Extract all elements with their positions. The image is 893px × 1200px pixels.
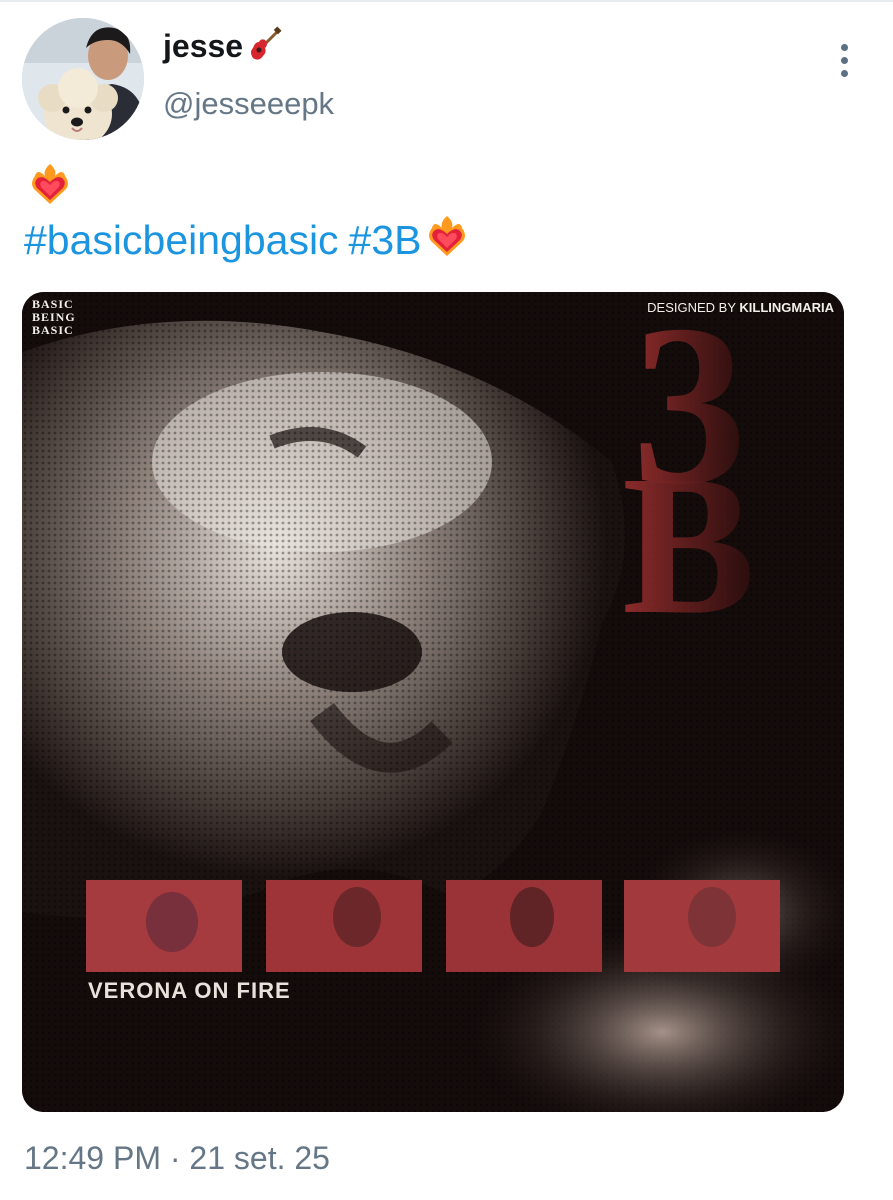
hashtag-link[interactable]: #basicbeingbasic bbox=[24, 217, 339, 264]
tweet-text: #basicbeingbasic #3B bbox=[24, 212, 470, 268]
more-dot-icon bbox=[840, 56, 848, 64]
more-dot-icon bbox=[840, 43, 848, 51]
tweet-timestamp[interactable]: 12:49 PM · 21 set. 25 bbox=[24, 1140, 330, 1177]
avatar-photo bbox=[22, 18, 144, 140]
top-divider bbox=[0, 0, 893, 2]
poster-big-b: B bbox=[622, 435, 755, 656]
tweet-date: 21 set. 25 bbox=[189, 1140, 330, 1176]
poster-brand: BASIC BEING BASIC bbox=[32, 298, 76, 337]
poster-credit-label: DESIGNED BY bbox=[647, 300, 736, 315]
guitar-icon bbox=[247, 26, 283, 67]
poster-subtitle: VERONA ON FIRE bbox=[88, 978, 291, 1003]
heart-on-fire-icon bbox=[424, 212, 470, 268]
avatar[interactable] bbox=[22, 18, 144, 140]
poster-credit-name: KILLINGMARIA bbox=[739, 300, 834, 315]
author-handle[interactable]: @jesseeepk bbox=[163, 86, 334, 122]
timestamp-separator: · bbox=[169, 1140, 181, 1176]
tweet-time: 12:49 PM bbox=[24, 1140, 161, 1176]
display-name[interactable]: jesse bbox=[163, 28, 243, 65]
hashtag-link[interactable]: #3B bbox=[349, 217, 422, 264]
heart-on-fire-icon bbox=[32, 164, 68, 204]
author-name-row[interactable]: jesse bbox=[163, 26, 283, 67]
tweet-lead-emoji bbox=[27, 160, 73, 211]
tweet-media-image[interactable]: 3 B BASIC BEING BASIC DESIGNED BY KILLIN… bbox=[22, 292, 844, 1112]
more-options-button[interactable] bbox=[828, 40, 860, 80]
more-dot-icon bbox=[840, 69, 848, 77]
poster-brand-line: BASIC bbox=[32, 323, 74, 337]
poster-credit: DESIGNED BY KILLINGMARIA bbox=[647, 300, 834, 315]
